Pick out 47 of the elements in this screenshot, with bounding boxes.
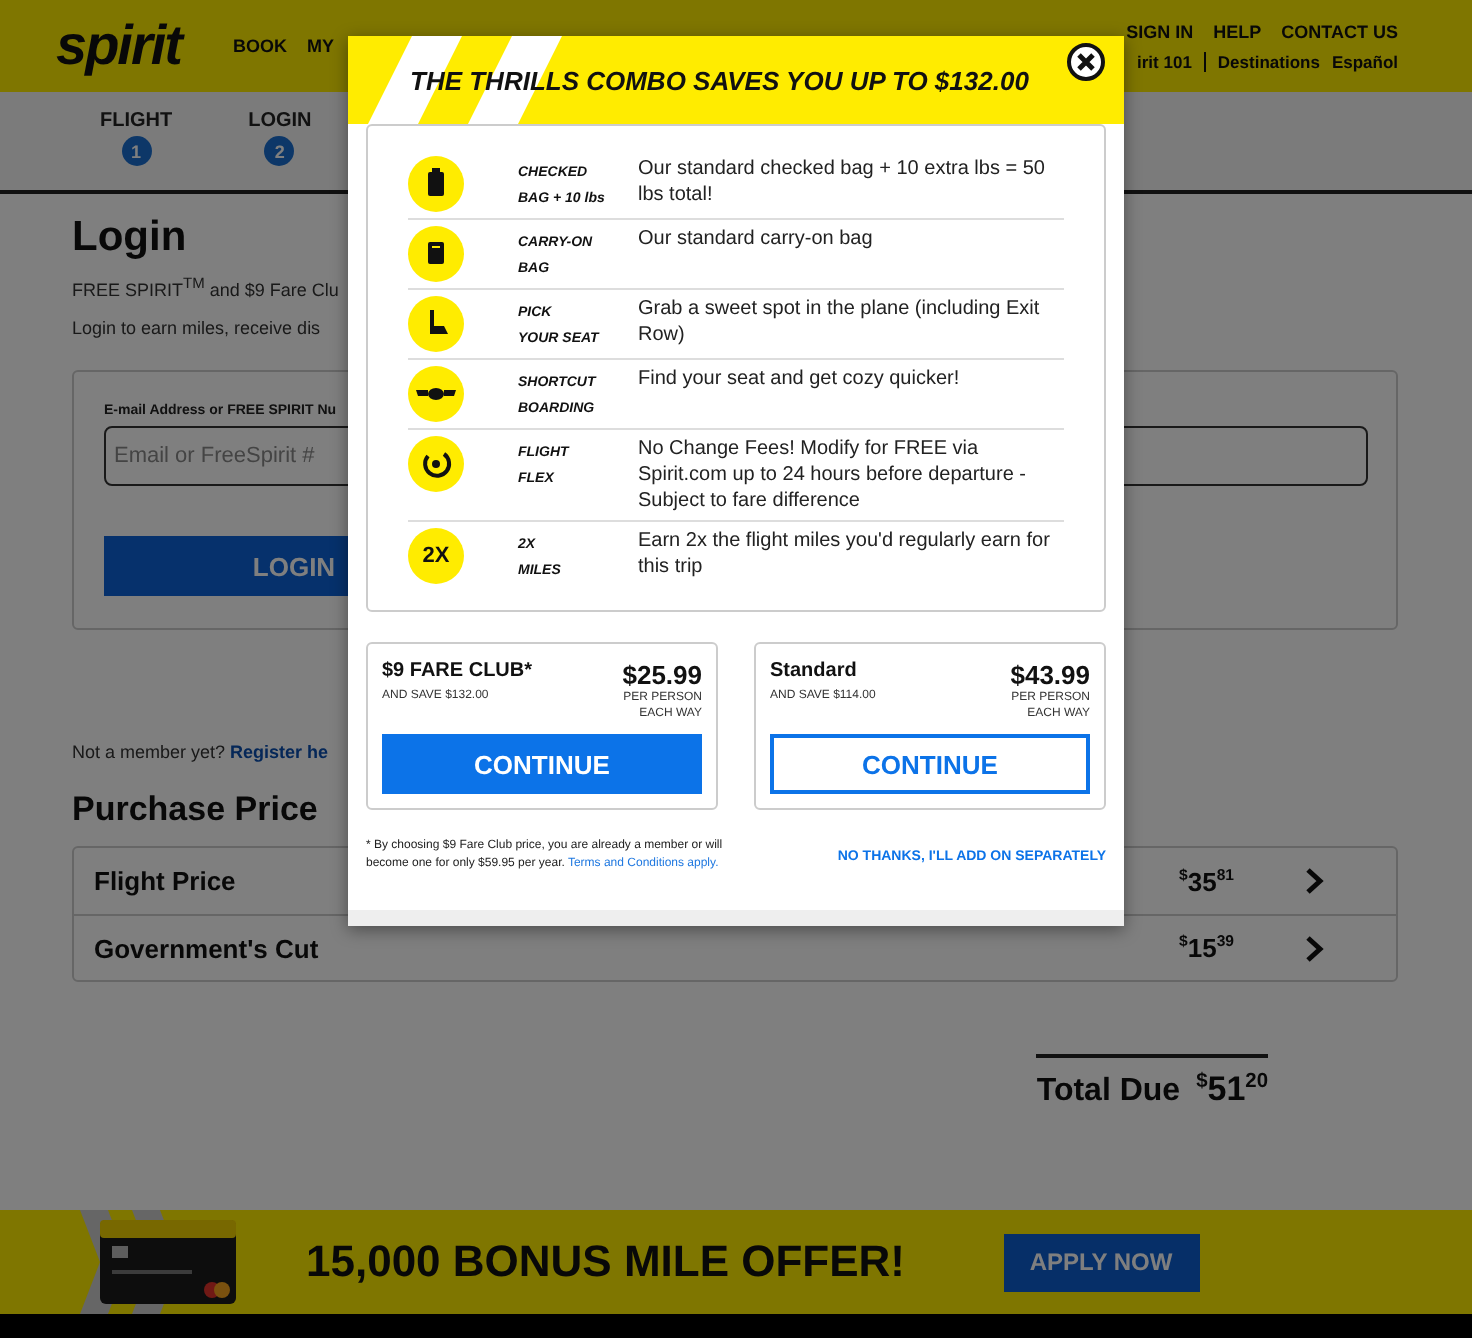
benefit-description: No Change Fees! Modify for FREE via Spirit.com up to 24 hours before departure - Subject to fare difference: [638, 436, 1028, 514]
benefit-icon: [408, 226, 464, 282]
benefit-description: Find your seat and get cozy quicker!: [638, 366, 962, 394]
benefit-icon: [408, 436, 464, 492]
plan-name: Standard: [770, 660, 857, 686]
benefit-icon: [408, 366, 464, 422]
register-text: Not a member yet? Register he: [72, 742, 329, 762]
chevron-icon[interactable]: [1306, 868, 1324, 894]
benefit-description: Our standard carry-on bag: [638, 226, 875, 254]
utility-link[interactable]: SIGN IN: [1126, 21, 1194, 41]
continue-button[interactable]: CONTINUE: [770, 734, 1090, 794]
login-heading: Login: [72, 214, 187, 262]
step-label: LOGIN: [248, 110, 312, 132]
benefit-description: Earn 2x the flight miles you'd regularly earn for this trip: [638, 528, 1052, 582]
utility-link[interactable]: CONTACT US: [1281, 21, 1398, 41]
secondary-link[interactable]: Destinations: [1203, 51, 1320, 71]
step-number: 1: [121, 136, 152, 166]
benefit-icon: [408, 156, 464, 212]
register-link[interactable]: Register he: [230, 742, 329, 762]
utility-link[interactable]: HELP: [1213, 21, 1262, 41]
spirit-logo[interactable]: spirit: [56, 14, 181, 78]
price-label: Flight Price: [94, 866, 236, 896]
secondary-link[interactable]: irit 101: [1137, 51, 1192, 71]
login-subtext: Login to earn miles, receive dis: [72, 318, 321, 338]
nav-link[interactable]: MY: [306, 36, 334, 56]
price-amount: $^{$}$35$^{81}$: [1179, 865, 1234, 897]
benefit-description: Our standard checked bag + 10 extra lbs = 50 lbs total!: [638, 156, 1047, 210]
price-amount: $^{$}$15$^{39}$: [1179, 932, 1234, 964]
banner-headline: 15,000 BONUS MILE OFFER!: [306, 1236, 906, 1288]
step-number: 2: [264, 136, 295, 166]
price-label: Government's Cut: [94, 933, 319, 963]
purchase-heading: Purchase Price: [72, 790, 318, 830]
continue-button[interactable]: CONTINUE: [382, 734, 702, 794]
intro-text: FREE SPIRIT$^{TM}$ and $9 Fare Clu: [72, 274, 339, 300]
plan-name: $9 FARE CLUB*: [382, 660, 533, 686]
total-amount: $^{$}$51$^{20}$: [1196, 1070, 1268, 1110]
chevron-icon[interactable]: [1306, 935, 1324, 961]
nav-link[interactable]: BOOK: [232, 36, 287, 56]
plan-price: $25.99: [622, 660, 702, 690]
benefit-icon: [408, 296, 464, 352]
secondary-link[interactable]: Español: [1331, 51, 1398, 71]
step-label: FLIGHT: [100, 110, 173, 132]
miles-badge: 2X: [408, 528, 464, 584]
plan-price: $43.99: [1010, 660, 1090, 690]
benefit-description: Grab a sweet spot in the plane (including Exit Row): [638, 296, 1042, 350]
total-label: Total Due: [1036, 1074, 1181, 1110]
apply-now-button[interactable]: APPLY NOW: [1003, 1233, 1200, 1291]
